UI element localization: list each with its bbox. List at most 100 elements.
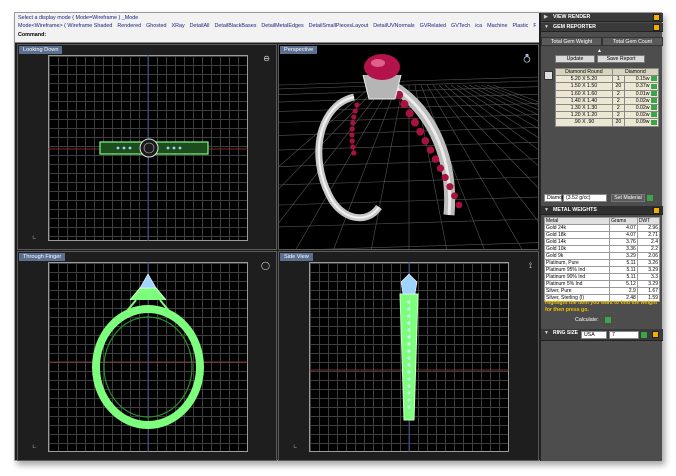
gem-column-header: Diamond: [611, 67, 660, 77]
scroll-up-icon[interactable]: ▲: [597, 48, 602, 54]
view-render-header[interactable]: ▶ VIEW RENDER: [541, 13, 663, 22]
metal-grams: 2.9: [609, 287, 638, 295]
metal-name: Gold 24k: [543, 224, 611, 232]
front-view-drawing: [48, 262, 248, 452]
side-stone: [349, 138, 355, 144]
ring-size-system-dropdown[interactable]: USA: [581, 331, 607, 339]
metal-grams: 3.76: [609, 238, 638, 246]
gem-select-icon[interactable]: [651, 112, 657, 118]
command-option-gvtech[interactable]: GVTech: [451, 23, 470, 29]
command-option-plastic[interactable]: Plastic: [512, 23, 528, 29]
side-stone: [407, 356, 411, 360]
gem-row[interactable]: .90 X .90 20 0.09w: [555, 118, 660, 127]
command-option-shaded[interactable]: Shaded: [94, 23, 113, 29]
gem-row[interactable]: 1.50 X 1.50 20 0.37w: [555, 82, 660, 91]
command-option-gvrelated[interactable]: GVRelated: [420, 23, 446, 29]
viewport-perspective[interactable]: Perspective 💍: [278, 44, 539, 250]
command-option-rendered[interactable]: Rendered: [117, 23, 141, 29]
gem-select-icon[interactable]: [651, 105, 657, 111]
pin-icon[interactable]: [653, 14, 660, 21]
side-stone: [407, 363, 411, 367]
side-stone: [354, 102, 360, 108]
confirm-icon[interactable]: [647, 195, 653, 201]
metal-row[interactable]: Platinum 95% Ind 5.11 3.29: [543, 266, 661, 274]
expand-icon[interactable]: ▼: [544, 329, 549, 338]
command-option-ica[interactable]: ica: [475, 23, 482, 29]
gem-size: 1.60 X 1.60: [555, 89, 613, 98]
update-button[interactable]: Update: [555, 55, 595, 63]
pin-icon[interactable]: [653, 207, 660, 214]
viewport-top[interactable]: Looking Down ⊖ ⌞: [17, 44, 277, 250]
ring-size-value-dropdown[interactable]: 7: [609, 331, 639, 339]
gem-size: 1.40 X 1.40: [555, 96, 613, 105]
metal-row[interactable]: Gold 18k 4.07 2.71: [543, 231, 661, 239]
side-stone: [351, 150, 357, 156]
metal-row[interactable]: Gold 9k 3.29 2.06: [543, 252, 661, 260]
expand-icon[interactable]: ▼: [544, 23, 549, 32]
center-stone: [139, 138, 159, 158]
viewport-right[interactable]: Side View ⟟ ⌞: [278, 251, 539, 461]
gem-select-icon[interactable]: [651, 76, 657, 82]
viewport-title-top[interactable]: Looking Down: [19, 46, 63, 54]
side-stone: [407, 377, 411, 381]
gem-count: 2: [611, 103, 625, 113]
metal-name: Gold 14k: [543, 238, 611, 246]
expand-icon[interactable]: ▼: [544, 206, 549, 215]
gem-row[interactable]: 1.20 X 1.20 2 0.02w: [555, 111, 660, 120]
material-dropdown[interactable]: (3.52 g/cc): [563, 194, 607, 202]
metal-column-header: Metal: [543, 217, 611, 225]
command-option-presentation[interactable]: Presentation: [533, 23, 536, 29]
pin-icon[interactable]: [653, 24, 660, 31]
gem-select-icon[interactable]: [651, 83, 657, 89]
gem-select-icon[interactable]: [651, 90, 657, 96]
viewport-title-right[interactable]: Side View: [280, 253, 313, 261]
gem-row[interactable]: 1.60 X 1.60 2 0.01w: [555, 89, 660, 98]
gem-size: .90 X .90: [555, 118, 613, 127]
command-prompt[interactable]: Command:: [18, 32, 536, 39]
command-option-detailblackbases[interactable]: DetailBlackBases: [214, 23, 256, 29]
viewport-front[interactable]: Through Finger ◯ ⌞: [17, 251, 277, 461]
command-option-detailuvnormals[interactable]: DetailUVNormals: [373, 23, 414, 29]
command-option-detailsmallpieceslayout[interactable]: DetailSmallPiecesLayout: [309, 23, 369, 29]
metal-row[interactable]: Platinum, Pure 5.11 3.26: [543, 259, 661, 267]
gem-row[interactable]: 5.20 X 5.20 1 0.15w: [555, 75, 660, 84]
side-stone: [407, 314, 411, 318]
gem-row[interactable]: 1.40 X 1.40 2 0.02w: [555, 96, 660, 105]
set-material-button[interactable]: Set Material: [611, 194, 645, 202]
command-option-machine[interactable]: Machine: [487, 23, 507, 29]
pin-icon[interactable]: [652, 331, 659, 338]
gem-select-icon[interactable]: [651, 119, 657, 125]
side-stone: [431, 155, 440, 163]
command-option-xray[interactable]: XRay: [171, 23, 184, 29]
gem-row[interactable]: 1.30 X 1.30 2 0.02w: [555, 103, 660, 113]
command-option-detailmetaledges[interactable]: DetailMetalEdges: [261, 23, 303, 29]
gem-select-icon[interactable]: [651, 97, 657, 103]
calculate-button[interactable]: [605, 317, 611, 323]
metal-weights-header[interactable]: ▼ METAL WEIGHTS: [541, 206, 663, 215]
gem-weight-value: 0.15w: [635, 76, 650, 83]
ring-size-apply-button[interactable]: [641, 332, 647, 338]
viewport-title-front[interactable]: Through Finger: [19, 253, 66, 261]
gem-weight: 0.02w: [623, 96, 660, 105]
gem-reporter-header[interactable]: ▼ GEM REPORTER: [541, 23, 663, 32]
calculate-label: Calculate:: [575, 317, 599, 323]
metal-row[interactable]: Gold 14k 3.76 2.4: [543, 238, 661, 246]
metal-row[interactable]: Platinum 90% Ind 5.11 3.3: [543, 273, 661, 281]
collapse-icon[interactable]: ▶: [544, 13, 548, 22]
gem-count: 1: [611, 75, 625, 84]
metal-row[interactable]: Gold 10k 3.36 2.2: [543, 245, 661, 253]
metal-grams: 5.11: [609, 266, 638, 274]
viewport-title-perspective[interactable]: Perspective: [280, 46, 318, 54]
tab-total-gem-weight[interactable]: Total Gem Weight: [541, 37, 602, 46]
command-option-detailall[interactable]: DetailAll: [190, 23, 210, 29]
command-option-ghosted[interactable]: Ghosted: [146, 23, 166, 29]
save-report-button[interactable]: Save Report: [597, 55, 645, 63]
metal-row[interactable]: Silver, Pure 2.9 1.67: [543, 287, 661, 295]
tab-total-gem-count[interactable]: Total Gem Count: [602, 37, 663, 46]
metal-row[interactable]: Gold 24k 4.07 2.96: [543, 224, 661, 232]
metal-row[interactable]: Platinum 5% Ind 5.12 3.29: [543, 280, 661, 288]
side-stone: [446, 183, 454, 191]
gem-count: 20: [611, 118, 625, 127]
gem-weight: 0.09w: [623, 118, 660, 127]
perspective-drawing: [279, 45, 538, 249]
